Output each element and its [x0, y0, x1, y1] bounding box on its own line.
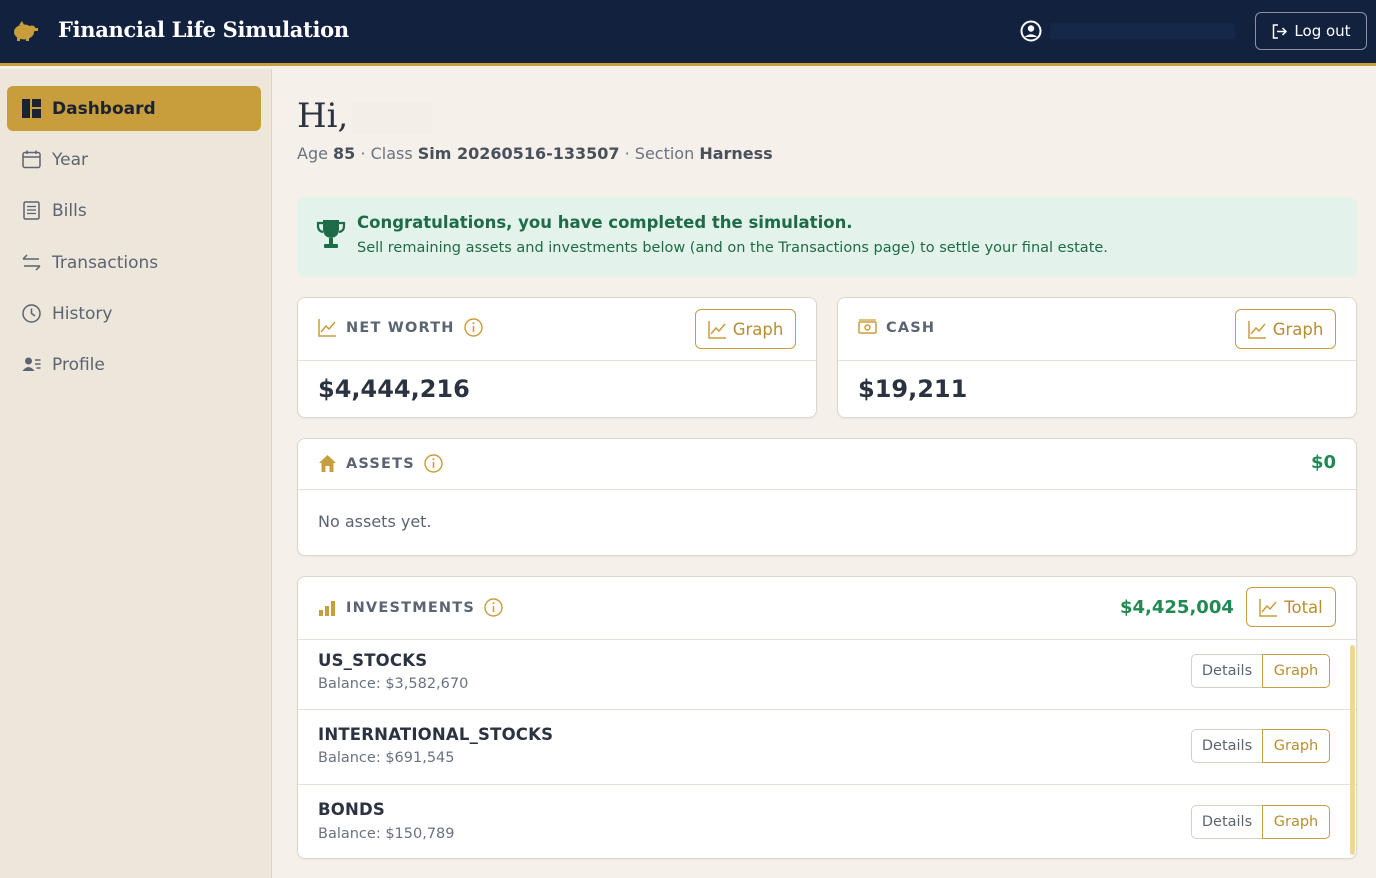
sidebar-item-label: Profile	[52, 354, 105, 375]
logout-button[interactable]: Log out	[1255, 12, 1367, 50]
cash-value: $19,211	[858, 375, 968, 403]
investments-card-header: INVESTMENTS $4,425,004 Total	[298, 577, 1356, 640]
clock-icon	[22, 304, 41, 323]
sidebar-item-label: History	[52, 303, 113, 324]
net-worth-card-header: NET WORTH Graph	[298, 298, 816, 361]
piggy-bank-icon	[14, 21, 38, 41]
investments-card: INVESTMENTS $4,425,004 Total US_STOCKS B…	[297, 576, 1357, 859]
user-circle-icon	[1020, 20, 1042, 42]
sidebar-item-bills[interactable]: Bills	[7, 188, 261, 233]
net-worth-label: NET WORTH	[318, 318, 483, 337]
cash-card: CASH Graph $19,211	[837, 297, 1357, 418]
cash-title: CASH	[886, 319, 936, 336]
investment-balance: Balance: $3,582,670	[318, 676, 469, 692]
alert-title: Congratulations, you have completed the …	[357, 213, 853, 232]
assets-empty-text: No assets yet.	[318, 512, 432, 531]
sidebar-item-profile[interactable]: Profile	[7, 342, 261, 387]
details-button[interactable]: Details	[1191, 805, 1262, 839]
investments-total: $4,425,004	[1120, 597, 1234, 618]
graph-button[interactable]: Graph	[1262, 654, 1330, 688]
person-card-icon	[22, 357, 41, 371]
sidebar-item-dashboard[interactable]: Dashboard	[7, 86, 261, 131]
graph-button[interactable]: Graph	[1262, 805, 1330, 839]
assets-total: $0	[1310, 452, 1336, 473]
age-value: 85	[333, 144, 356, 163]
investment-actions: Details Graph	[1191, 654, 1330, 688]
profile-summary: Age 85 · Class Sim 20260516-133507 · Sec…	[297, 144, 773, 163]
class-value: Sim 20260516-133507	[417, 144, 620, 163]
graph-label: Graph	[1272, 319, 1324, 339]
investments-title: INVESTMENTS	[346, 599, 475, 616]
sidebar-item-history[interactable]: History	[7, 291, 261, 336]
sidebar-item-label: Dashboard	[52, 98, 156, 119]
assets-title: ASSETS	[346, 455, 415, 472]
alert-text: Sell remaining assets and investments be…	[357, 240, 1108, 256]
cash-label: CASH	[858, 318, 935, 337]
sidebar-item-label: Year	[52, 149, 88, 170]
investment-row: INTERNATIONAL_STOCKS Balance: $691,545 D…	[298, 709, 1356, 784]
investment-balance: Balance: $691,545	[318, 750, 455, 766]
assets-card: ASSETS $0 No assets yet.	[297, 438, 1357, 556]
investment-name: BONDS	[318, 800, 385, 819]
assets-card-header: ASSETS $0	[298, 439, 1356, 490]
sidebar-item-year[interactable]: Year	[7, 137, 261, 182]
info-icon[interactable]	[424, 454, 443, 473]
total-label: Total	[1284, 597, 1323, 617]
investment-actions: Details Graph	[1191, 729, 1330, 763]
details-button[interactable]: Details	[1191, 729, 1262, 763]
info-icon[interactable]	[484, 598, 503, 617]
app-title: Financial Life Simulation	[58, 17, 349, 42]
age-label: Age	[297, 144, 328, 163]
investment-actions: Details Graph	[1191, 805, 1330, 839]
cash-graph-button[interactable]: Graph	[1235, 309, 1336, 349]
assets-label: ASSETS	[318, 454, 443, 473]
line-chart-icon	[318, 319, 336, 337]
line-chart-icon	[707, 320, 726, 339]
investments-label: INVESTMENTS	[318, 598, 503, 617]
graph-button[interactable]: Graph	[1262, 729, 1330, 763]
investment-row: BONDS Balance: $150,789 Details Graph	[298, 784, 1356, 858]
investment-balance: Balance: $150,789	[318, 826, 455, 842]
logout-label: Log out	[1294, 22, 1351, 40]
section-value: Harness	[699, 144, 773, 163]
receipt-icon	[23, 201, 40, 220]
investment-name: US_STOCKS	[318, 651, 428, 670]
top-bar: Financial Life Simulation Log out	[0, 0, 1376, 66]
sidebar: Dashboard Year Bills Transactions Histor…	[0, 69, 272, 878]
investments-total-button[interactable]: Total	[1246, 587, 1336, 627]
line-chart-icon	[1247, 320, 1266, 339]
line-chart-icon	[1259, 598, 1278, 617]
sidebar-item-transactions[interactable]: Transactions	[7, 240, 261, 285]
sidebar-item-label: Bills	[52, 200, 87, 221]
sidebar-item-label: Transactions	[52, 252, 159, 273]
dashboard-icon	[22, 99, 41, 118]
trophy-icon	[316, 220, 346, 248]
logout-icon	[1273, 23, 1288, 39]
investment-name: INTERNATIONAL_STOCKS	[318, 725, 554, 744]
page-title: Hi,	[297, 96, 349, 136]
cash-card-header: CASH Graph	[838, 298, 1356, 361]
class-label: · Class	[360, 144, 413, 163]
section-label: · Section	[624, 144, 695, 163]
net-worth-graph-button[interactable]: Graph	[695, 309, 796, 349]
bar-chart-icon	[319, 601, 335, 616]
investment-row: US_STOCKS Balance: $3,582,670 Details Gr…	[298, 639, 1356, 709]
info-icon[interactable]	[463, 318, 483, 337]
cash-icon	[858, 319, 877, 334]
calendar-icon	[22, 150, 41, 169]
net-worth-value: $4,444,216	[318, 375, 470, 403]
name-redacted	[352, 102, 432, 134]
username-redacted	[1050, 23, 1235, 39]
house-icon	[319, 455, 336, 472]
completion-alert: Congratulations, you have completed the …	[297, 197, 1357, 277]
investments-scrollbar[interactable]	[1350, 645, 1355, 855]
arrows-exchange-icon	[22, 254, 41, 271]
net-worth-title: NET WORTH	[346, 319, 455, 336]
graph-label: Graph	[732, 319, 784, 339]
net-worth-card: NET WORTH Graph $4,444,216	[297, 297, 817, 418]
details-button[interactable]: Details	[1191, 654, 1262, 688]
